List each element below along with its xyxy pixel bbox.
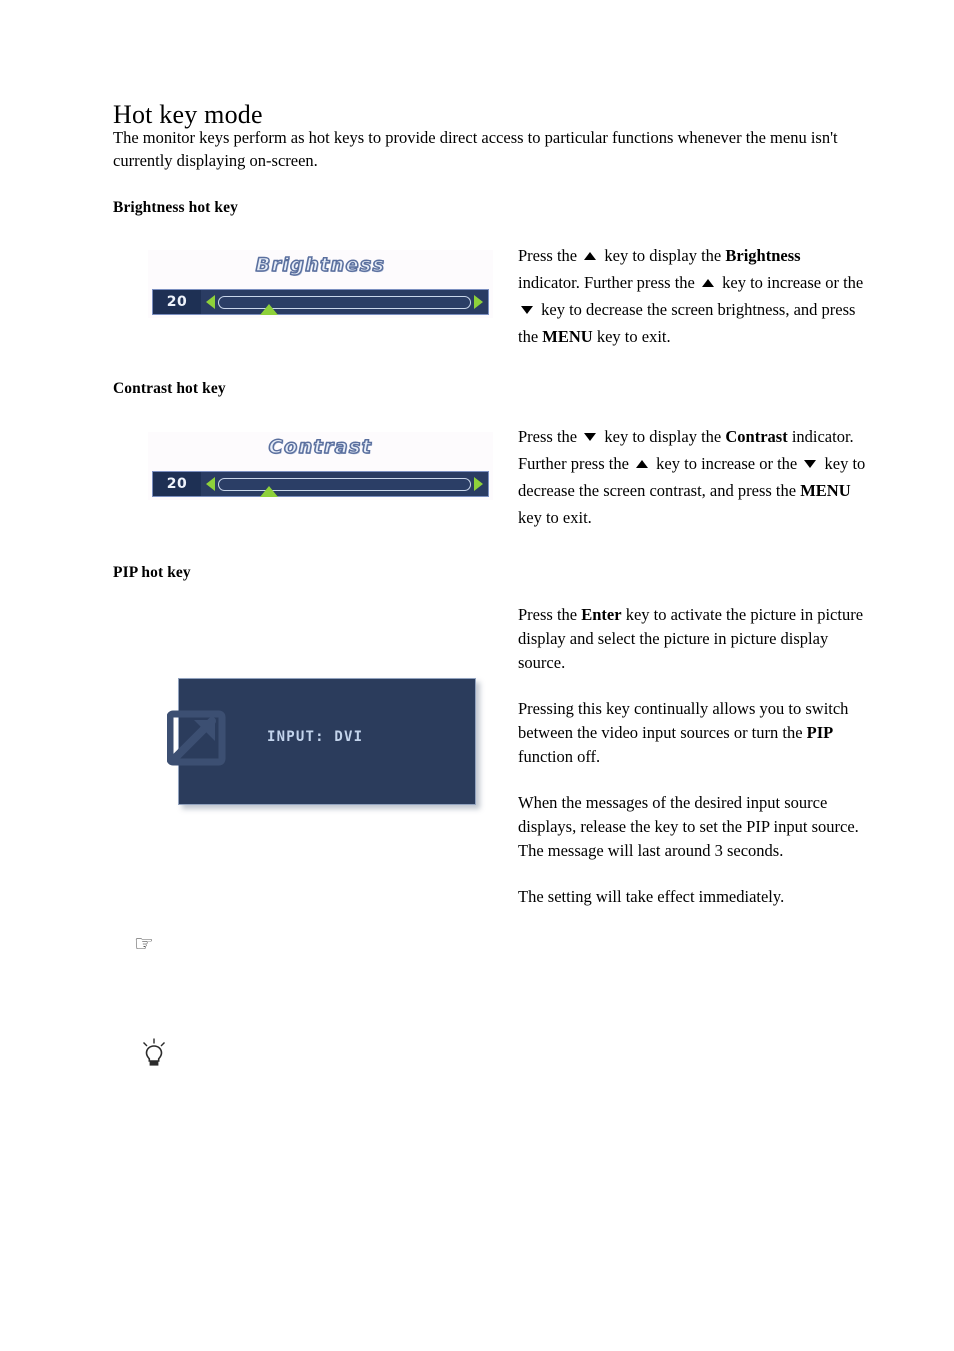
instructions-brightness: Press the key to display the Brightness … <box>518 242 866 350</box>
instruction-paragraph: Press the key to display the Brightness … <box>518 242 866 350</box>
osd-brightness-indicator: Brightness 20 <box>148 250 493 318</box>
osd-contrast-indicator: Contrast 20 <box>148 432 493 500</box>
pointing-hand-icon: ☞ <box>134 932 154 957</box>
section-heading-pip: PIP hot key <box>113 564 191 581</box>
text-fragment: Press the <box>518 246 582 265</box>
term-brightness: Brightness <box>725 246 801 265</box>
osd-thumb-contrast <box>260 485 279 497</box>
text-fragment: function off. <box>518 747 601 766</box>
osd-track-brightness <box>218 295 471 315</box>
term-pip: PIP <box>806 723 834 742</box>
pip-paragraph-4: The setting will take effect immediately… <box>518 887 785 906</box>
text-fragment: indicator. Further press the <box>518 273 700 292</box>
up-arrow-key-icon <box>584 251 597 260</box>
section-heading-contrast: Contrast hot key <box>113 380 226 397</box>
term-menu: MENU <box>800 481 851 500</box>
down-arrow-key-icon <box>584 432 597 441</box>
osd-thumb-brightness <box>260 303 279 315</box>
right-arrow-icon <box>474 477 483 491</box>
text-fragment: key to increase or the <box>652 454 802 473</box>
text-fragment: key to exit. <box>518 508 592 527</box>
instructions-pip: Press the Enter key to activate the pict… <box>518 603 866 931</box>
osd-title-contrast: Contrast <box>268 435 373 458</box>
up-arrow-key-icon <box>702 278 715 287</box>
left-arrow-icon <box>206 295 215 309</box>
right-arrow-icon <box>474 295 483 309</box>
intro-paragraph: The monitor keys perform as hot keys to … <box>113 128 838 170</box>
text-fragment: Press the <box>518 605 582 624</box>
pip-input-label: INPUT: DVI <box>267 729 364 745</box>
pip-paragraph-1: Press the Enter key to activate the pict… <box>518 603 866 675</box>
text-fragment: key to increase or the <box>718 273 864 292</box>
instructions-contrast: Press the key to display the Contrast in… <box>518 423 866 531</box>
input-source-arrow-icon <box>167 710 226 766</box>
down-arrow-key-icon <box>804 459 817 468</box>
text-fragment: Pressing this key continually allows you… <box>518 699 849 742</box>
text-fragment: Press the <box>518 427 582 446</box>
term-enter: Enter <box>581 605 622 624</box>
osd-value-contrast: 20 <box>153 472 201 496</box>
osd-track-contrast <box>218 477 471 497</box>
term-contrast: Contrast <box>725 427 788 446</box>
osd-bar-brightness: 20 <box>152 289 489 315</box>
lightbulb-tip-icon <box>143 1038 165 1066</box>
term-menu: MENU <box>542 327 593 346</box>
left-arrow-icon <box>206 477 215 491</box>
osd-bar-contrast: 20 <box>152 471 489 497</box>
up-arrow-key-icon <box>636 459 649 468</box>
down-arrow-key-icon <box>521 305 533 314</box>
pip-paragraph-2: Pressing this key continually allows you… <box>518 697 866 769</box>
text-fragment: key to exit. <box>592 327 671 346</box>
text-fragment: key to display the <box>600 427 726 446</box>
pip-paragraph-3: When the messages of the desired input s… <box>518 793 859 860</box>
osd-title-brightness: Brightness <box>255 253 386 276</box>
osd-value-brightness: 20 <box>153 290 201 314</box>
document-page: Hot key mode The monitor keys perform as… <box>0 0 954 1351</box>
pip-message-box: INPUT: DVI <box>167 678 476 805</box>
section-heading-brightness: Brightness hot key <box>113 199 238 216</box>
instruction-paragraph: Press the key to display the Contrast in… <box>518 423 866 531</box>
text-fragment: key to display the <box>600 246 726 265</box>
